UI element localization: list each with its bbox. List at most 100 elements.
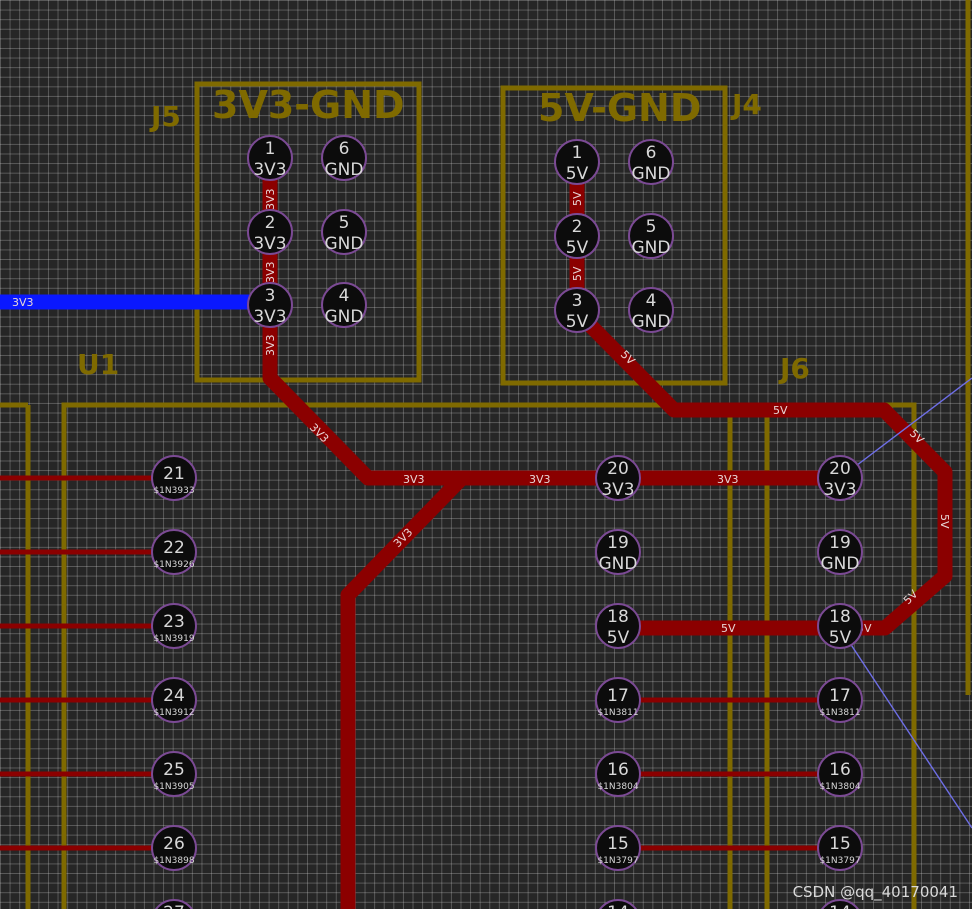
pad-net: GND [632, 238, 671, 258]
j4-title: 5V-GND [538, 86, 701, 130]
j5-pad-2[interactable]: 2 3V3 [247, 209, 293, 255]
u1-designator: U1 [77, 348, 119, 381]
pad-net: 5V [607, 628, 630, 648]
pad-net: GND [325, 307, 364, 327]
u1-left-pad-26[interactable]: 26 $1N3898 [151, 825, 197, 871]
pad-net: $1N3905 [153, 782, 194, 792]
u1-right-pad-17[interactable]: 17 $1N3811 [595, 677, 641, 723]
pad-net: GND [325, 234, 364, 254]
u1-right-pad-20[interactable]: 203V3 [595, 455, 641, 501]
j6-pad-18[interactable]: 185V [817, 603, 863, 649]
u1-left-pad-22[interactable]: 22 $1N3926 [151, 529, 197, 575]
pad-net: 5V [829, 628, 852, 648]
pad-net: 5V [566, 312, 589, 332]
j4-pad-2[interactable]: 2 5V [554, 213, 600, 259]
pad-number: 16 [829, 760, 851, 780]
j5-pad-5[interactable]: 5 GND [321, 209, 367, 255]
j4-pad-3[interactable]: 3 5V [554, 287, 600, 333]
pad-number: 24 [163, 686, 185, 706]
j4-pad-6[interactable]: 6 GND [628, 139, 674, 185]
j4-trace-label-1: 5V [571, 191, 584, 206]
j5-title: 3V3-GND [212, 83, 405, 127]
j4-pad-5[interactable]: 5 GND [628, 213, 674, 259]
j6-pad-16[interactable]: 16 $1N3804 [817, 751, 863, 797]
pad-net: $1N3926 [153, 560, 194, 570]
j6-pad-17[interactable]: 17 $1N3811 [817, 677, 863, 723]
j5-designator: J5 [149, 100, 181, 133]
j4-trace-label-2: 5V [571, 266, 584, 281]
ratsnest-line-1 [839, 377, 972, 479]
pad-number: 15 [829, 834, 851, 854]
pad-net: $1N3797 [819, 856, 860, 866]
u1-left-pad-column: 21 $1N3933 22 $1N3926 23 $1N3919 24 $1N3912 25 $1… [151, 455, 197, 909]
pad-number: 18 [607, 607, 629, 627]
pad-net: 3V3 [601, 480, 634, 500]
j6-pad-20[interactable]: 203V3 [817, 455, 863, 501]
j5-outline [194, 81, 422, 383]
u1-right-pad-15[interactable]: 15 $1N3797 [595, 825, 641, 871]
pad-number: 3 [265, 286, 276, 306]
u1-left-pad-21[interactable]: 21 $1N3933 [151, 455, 197, 501]
right-5v-trace-label-b: 5V [938, 514, 951, 529]
u1-left-pad-25[interactable]: 25 $1N3905 [151, 751, 197, 797]
pad-number: 14 [607, 903, 629, 909]
j4-pad-1[interactable]: 1 5V [554, 139, 600, 185]
pad-number: 3 [572, 291, 583, 311]
pad-net: 3V3 [253, 160, 286, 180]
u1-right-pad-14[interactable]: 14 [596, 899, 640, 909]
horiz-trace-label-c: 3V3 [717, 473, 739, 486]
pad-net: $1N3811 [597, 708, 638, 718]
j6-pad-14[interactable]: 14 [818, 899, 862, 909]
pad-number: 15 [607, 834, 629, 854]
pcb-board: J5 3V3-GND 5V-GND J4 U1 J6 3V3 3V3 3V3 3… [0, 0, 972, 909]
pad-net: $1N3804 [819, 782, 860, 792]
pad-net: $1N3804 [597, 782, 638, 792]
pad-net: GND [632, 312, 671, 332]
pad-number: 22 [163, 538, 185, 558]
blue-trace-label: 3V3 [12, 296, 34, 309]
pcb-canvas[interactable]: J5 3V3-GND 5V-GND J4 U1 J6 3V3 3V3 3V3 3… [0, 0, 972, 909]
u1-left-pad-23[interactable]: 23 $1N3919 [151, 603, 197, 649]
j5-pad-3[interactable]: 3 3V3 [247, 282, 293, 328]
j5-pad-6[interactable]: 6 GND [321, 135, 367, 181]
j4-pads: 1 5V 6 GND 2 5V 5 GND 3 5V 4 GND [554, 139, 674, 333]
pad-number: 5 [646, 217, 657, 237]
pad-number: 21 [163, 464, 185, 484]
j5-pad-1[interactable]: 1 3V3 [247, 135, 293, 181]
pad-number: 2 [572, 217, 583, 237]
pad-net: 3V3 [253, 307, 286, 327]
pad-net: $1N3912 [153, 708, 194, 718]
u1-left-pad-24[interactable]: 24 $1N3912 [151, 677, 197, 723]
j6-pad-19[interactable]: 19GND [817, 529, 863, 575]
pad-number: 19 [829, 533, 851, 553]
j4-pad-4[interactable]: 4 GND [628, 287, 674, 333]
u1-right-pad-column: 203V3 19GND 185V 17 $1N3811 16 $1N3804 15 $1N379… [595, 455, 641, 909]
pad-net: $1N3811 [819, 708, 860, 718]
j6-pad-15[interactable]: 15 $1N3797 [817, 825, 863, 871]
left-signal-traces [0, 475, 152, 851]
pad-number: 6 [646, 143, 657, 163]
pad-net: 5V [566, 164, 589, 184]
pad-number: 20 [607, 459, 629, 479]
ratsnest-line-2 [839, 627, 972, 829]
u1-right-pad-19[interactable]: 19GND [595, 529, 641, 575]
pad-number: 19 [607, 533, 629, 553]
j5-trace-label-3: 3V3 [264, 334, 277, 356]
horiz-trace-label-b: 3V3 [529, 473, 551, 486]
u1-right-pad-18[interactable]: 185V [595, 603, 641, 649]
pad-net: 5V [566, 238, 589, 258]
pad-net: 3V3 [823, 480, 856, 500]
pad-net: $1N3898 [153, 856, 194, 866]
u1-right-pad-16[interactable]: 16 $1N3804 [595, 751, 641, 797]
pad-number: 20 [829, 459, 851, 479]
pad-number: 17 [607, 686, 629, 706]
pad-net: GND [599, 554, 638, 574]
j5-pad-4[interactable]: 4 GND [321, 282, 367, 328]
j5-pads: 1 3V3 6 GND 2 3V3 5 GND 3 3V3 4 GND [247, 135, 367, 328]
pad-number: 4 [339, 286, 350, 306]
u1-left-pad-27[interactable]: 27 [152, 899, 196, 909]
pad-number: 16 [607, 760, 629, 780]
j4-designator: J4 [730, 88, 762, 121]
top-5v-trace-label: 5V [773, 404, 788, 417]
pad-number: 27 [163, 903, 185, 909]
